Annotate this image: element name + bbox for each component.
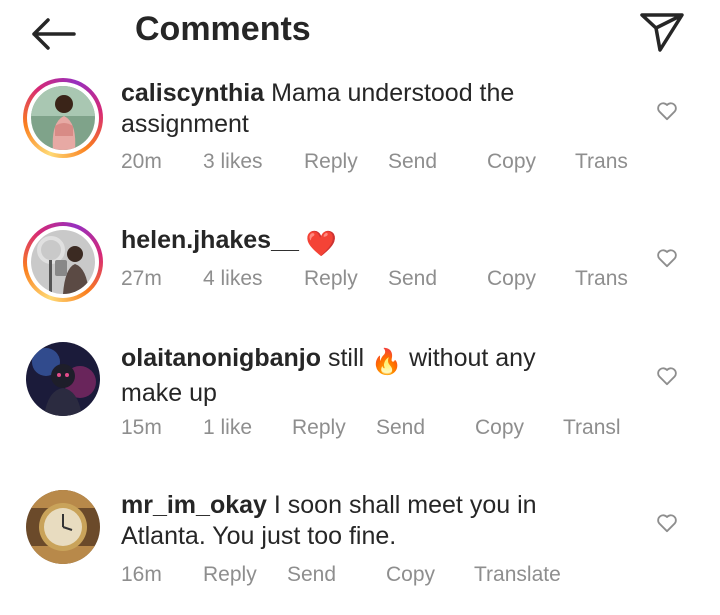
page-title: Comments bbox=[135, 10, 311, 48]
send-button[interactable]: Send bbox=[376, 416, 425, 440]
like-heart-icon[interactable] bbox=[656, 513, 678, 533]
copy-button[interactable]: Copy bbox=[386, 563, 435, 587]
comment-time: 15m bbox=[121, 416, 162, 439]
share-button[interactable] bbox=[638, 10, 686, 54]
reply-button[interactable]: Reply bbox=[292, 416, 346, 440]
translate-button[interactable]: Transl bbox=[563, 416, 621, 440]
comment-body-start: still bbox=[327, 344, 365, 372]
copy-button[interactable]: Copy bbox=[487, 267, 536, 291]
comment-time: 20m bbox=[121, 150, 162, 173]
comment-username[interactable]: caliscynthia bbox=[121, 79, 264, 107]
comment-text: mr_im_okay I soon shall meet you in Atla… bbox=[121, 490, 561, 552]
copy-button[interactable]: Copy bbox=[475, 416, 524, 440]
back-button[interactable] bbox=[28, 14, 78, 54]
fire-emoji: 🔥 bbox=[371, 348, 403, 376]
avatar[interactable] bbox=[26, 342, 100, 416]
send-button[interactable]: Send bbox=[388, 150, 437, 174]
comment-username[interactable]: olaitanonigbanjo bbox=[121, 344, 321, 372]
comment-likes[interactable]: 4 likes bbox=[203, 267, 263, 291]
reply-button[interactable]: Reply bbox=[304, 267, 358, 291]
comment-text: olaitanonigbanjo still 🔥 without any mak… bbox=[121, 343, 601, 409]
header: Comments bbox=[0, 0, 720, 70]
translate-button[interactable]: Translate bbox=[474, 563, 561, 587]
copy-button[interactable]: Copy bbox=[487, 150, 536, 174]
comment-username[interactable]: mr_im_okay bbox=[121, 491, 267, 519]
avatar[interactable] bbox=[26, 490, 100, 564]
comment-time: 16m bbox=[121, 563, 162, 586]
avatar[interactable] bbox=[23, 222, 103, 302]
reply-button[interactable]: Reply bbox=[304, 150, 358, 174]
comment-text: helen.jhakes__ ❤️ bbox=[121, 225, 601, 260]
like-heart-icon[interactable] bbox=[656, 101, 678, 121]
comment-likes[interactable]: 3 likes bbox=[203, 150, 263, 174]
like-heart-icon[interactable] bbox=[656, 248, 678, 268]
comment-time: 27m bbox=[121, 267, 162, 290]
paper-plane-icon bbox=[640, 13, 684, 52]
like-heart-icon[interactable] bbox=[656, 366, 678, 386]
translate-button[interactable]: Trans bbox=[575, 150, 628, 174]
send-button[interactable]: Send bbox=[388, 267, 437, 291]
comment-username[interactable]: helen.jhakes__ bbox=[121, 226, 299, 254]
avatar[interactable] bbox=[23, 78, 103, 158]
arrow-left-icon bbox=[32, 18, 76, 50]
comment-likes[interactable]: 1 like bbox=[203, 416, 252, 440]
heart-emoji: ❤️ bbox=[305, 230, 337, 258]
translate-button[interactable]: Trans bbox=[575, 267, 628, 291]
reply-button[interactable]: Reply bbox=[203, 563, 257, 587]
comment-text: caliscynthia Mama understood the assignm… bbox=[121, 78, 601, 140]
send-button[interactable]: Send bbox=[287, 563, 336, 587]
